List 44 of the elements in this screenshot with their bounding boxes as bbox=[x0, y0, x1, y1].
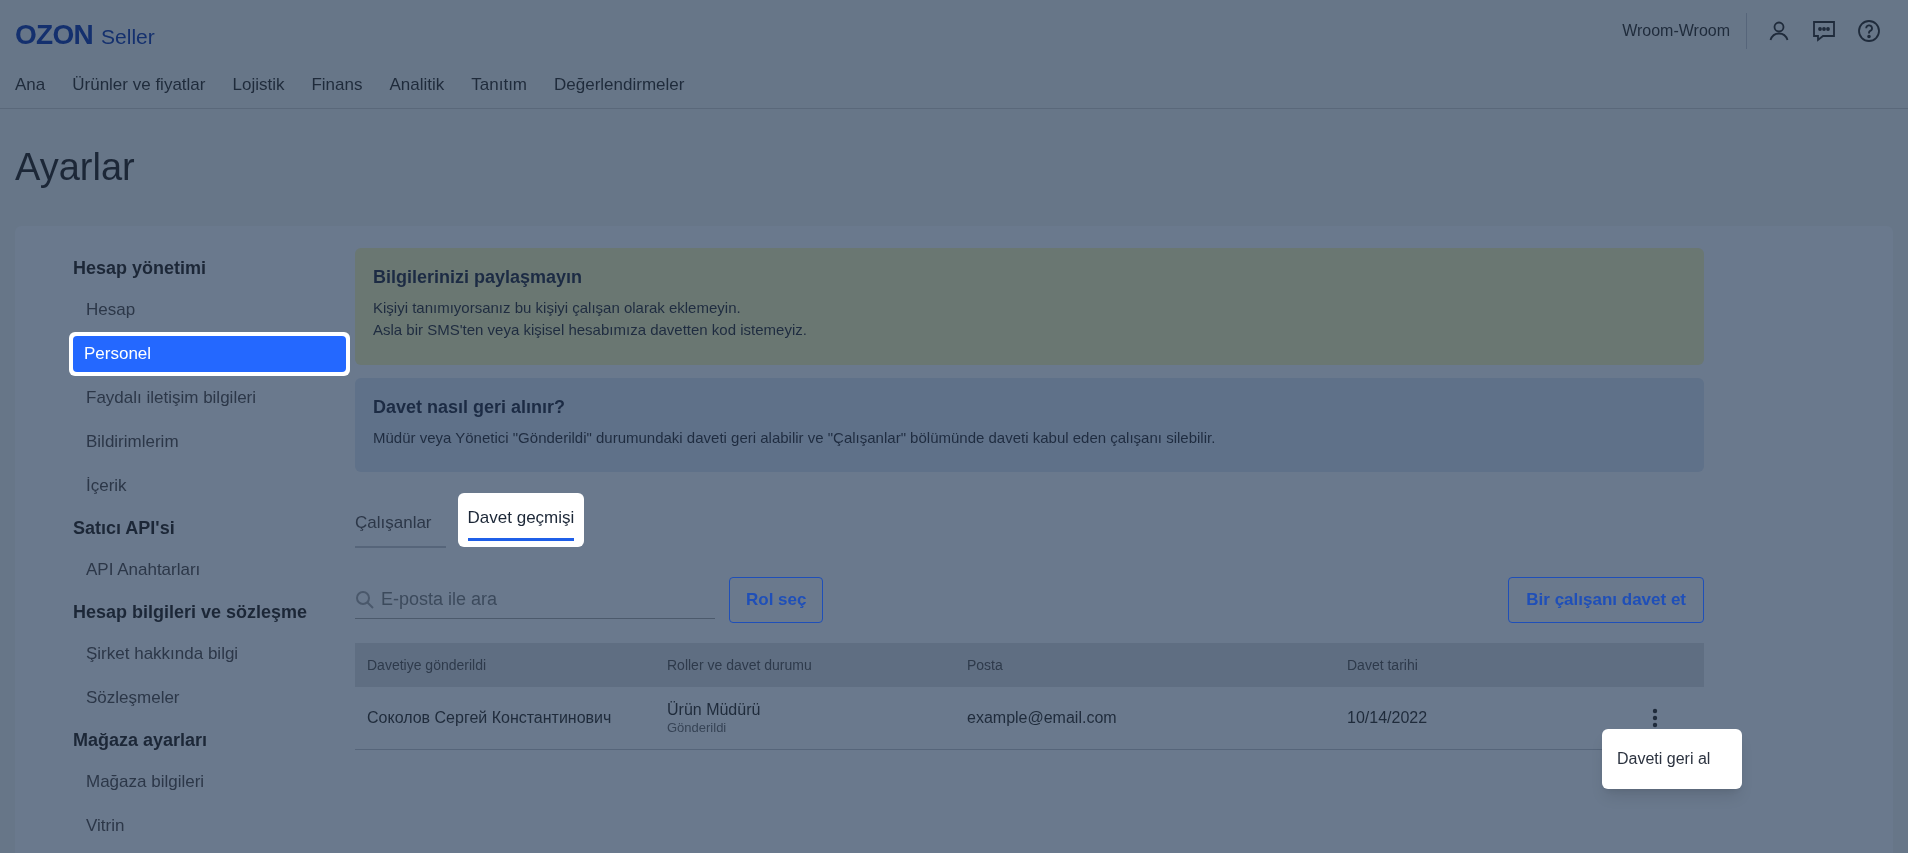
nav-link[interactable]: Ürünler ve fiyatlar bbox=[72, 72, 206, 98]
sidebar-item[interactable]: API Anahtarları bbox=[70, 548, 349, 592]
nav-link[interactable]: Finans bbox=[311, 72, 363, 98]
more-icon[interactable] bbox=[1652, 708, 1658, 728]
sidebar-item[interactable]: İçerik bbox=[70, 464, 349, 508]
nav-link[interactable]: Değerlendirmeler bbox=[554, 72, 685, 98]
sidebar-item[interactable]: Şirket hakkında bilgi bbox=[70, 632, 349, 676]
nav-link[interactable]: Tanıtım bbox=[471, 72, 528, 98]
sidebar-item[interactable]: Sözleşmeler bbox=[70, 676, 349, 720]
invite-employee-button[interactable]: Bir çalışanı davet et bbox=[1508, 577, 1704, 623]
sidebar-item[interactable]: Vitrin bbox=[70, 804, 349, 848]
role-text: Ürün Müdürü bbox=[667, 700, 762, 720]
alert-text: Kişiyi tanımıyorsanız bu kişiyi çalışan olarak eklemeyin. bbox=[373, 298, 742, 318]
sidebar-heading: Hesap bilgileri ve sözleşme bbox=[72, 600, 309, 624]
nav-link[interactable]: Analitik bbox=[389, 72, 445, 98]
table-cell-text: example@email.com bbox=[967, 708, 1118, 728]
alert-text: Asla bir SMS'ten veya kişisel hesabımıza davetten kod istemeyiz. bbox=[373, 320, 808, 340]
page-title: Ayarlar bbox=[15, 145, 136, 190]
sidebar-item[interactable]: Mağaza bilgileri bbox=[70, 760, 349, 804]
status-text: Gönderildi bbox=[667, 720, 728, 736]
sidebar-item[interactable]: Bildirimlerim bbox=[70, 420, 349, 464]
role-select-button[interactable]: Rol seç bbox=[729, 577, 824, 623]
sidebar-heading: Mağaza ayarları bbox=[72, 728, 209, 752]
alert-title: Bilgilerinizi paylaşmayın bbox=[373, 266, 584, 289]
sidebar-item[interactable]: Personel bbox=[73, 336, 346, 372]
nav-link[interactable]: Ana bbox=[15, 72, 46, 98]
help-icon[interactable] bbox=[1857, 19, 1881, 43]
sidebar-item[interactable]: Faydalı iletişim bilgileri bbox=[70, 376, 349, 420]
menu-item[interactable]: Daveti geri al bbox=[1602, 733, 1742, 785]
table-cell-text: Соколов Сергей Константинович bbox=[367, 708, 613, 728]
account-name[interactable]: Wroom-Wroom bbox=[1622, 13, 1747, 49]
sidebar-item[interactable]: Hesap bbox=[70, 288, 349, 332]
chat-icon[interactable] bbox=[1811, 19, 1837, 43]
alert-text: Müdür veya Yönetici "Gönderildi" durumundaki daveti geri alabilir ve "Çalışanlar" bölümünde daveti kabul eden çalışanı silebilir. bbox=[373, 428, 1217, 448]
logo[interactable]: OZON bbox=[15, 14, 94, 56]
user-icon[interactable] bbox=[1767, 19, 1791, 43]
search-icon bbox=[355, 590, 375, 610]
tab[interactable]: Çalışanlar bbox=[355, 510, 446, 536]
sidebar-heading: Hesap yönetimi bbox=[72, 256, 208, 280]
nav-link[interactable]: Lojistik bbox=[232, 72, 285, 98]
sidebar-heading: Satıcı API'si bbox=[72, 516, 176, 540]
table-cell-text: 10/14/2022 bbox=[1347, 708, 1429, 728]
logo-subtitle: Seller bbox=[101, 24, 155, 50]
alert-title: Davet nasıl geri alınır? bbox=[373, 396, 567, 419]
